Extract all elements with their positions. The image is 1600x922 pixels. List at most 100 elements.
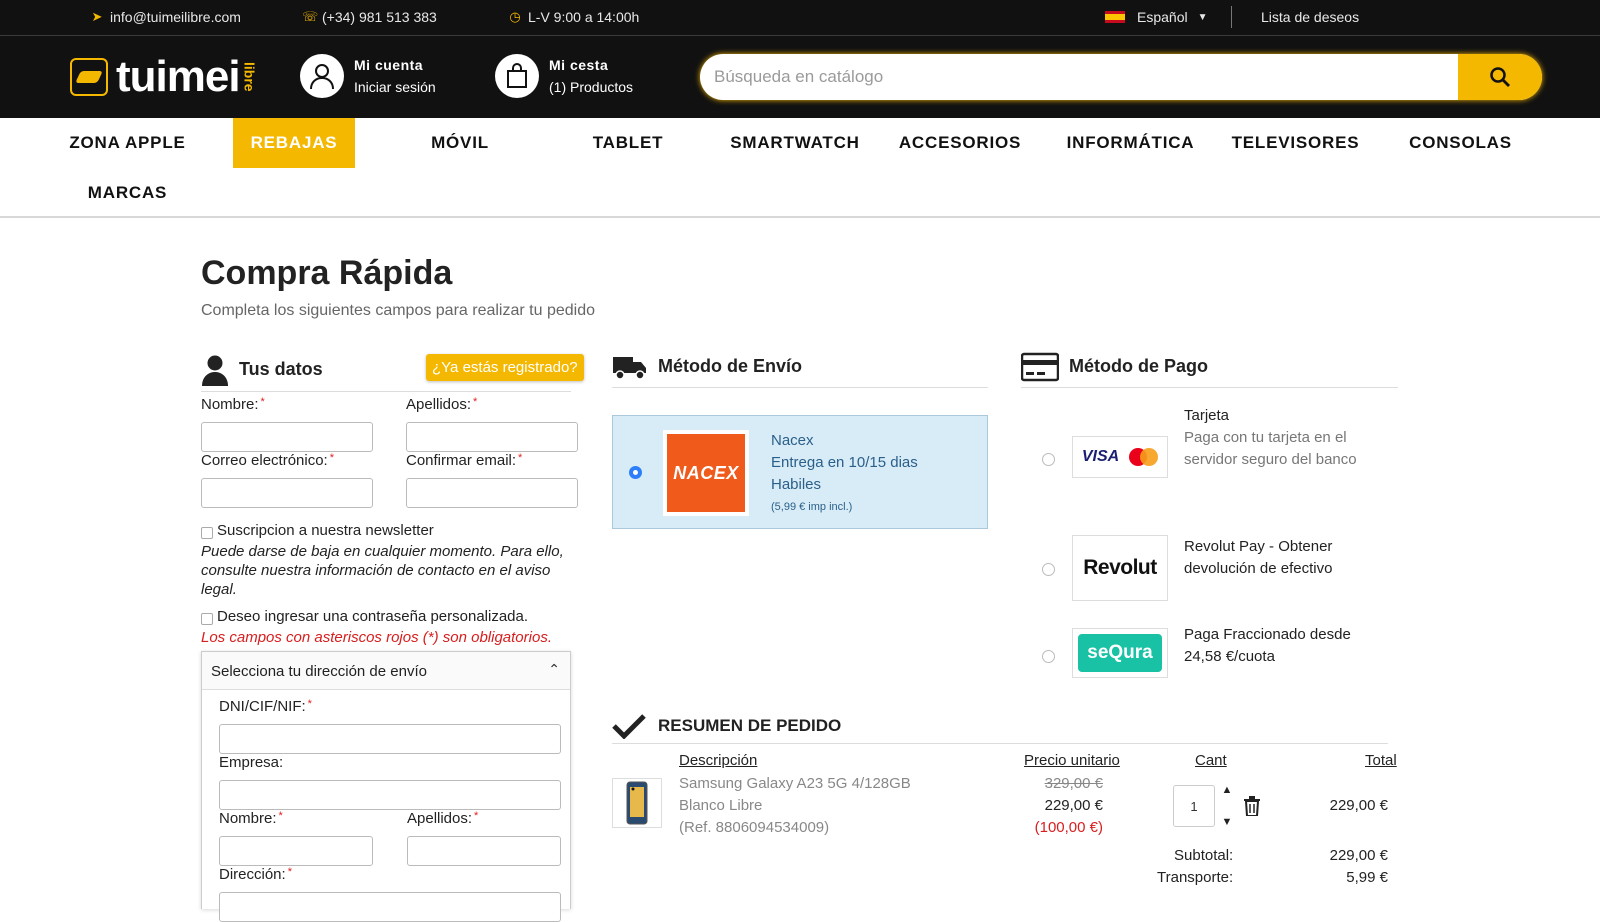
apellidos-input[interactable] [406,422,578,452]
chevron-up-icon[interactable]: ▲ [1222,784,1233,796]
shipping-radio[interactable] [629,466,642,479]
email-contact[interactable]: ➤ info@tuimeilibre.com [90,9,241,25]
address-apellidos-label: Apellidos: * [407,810,479,827]
quantity-stepper: ▲ ▼ [1217,784,1237,828]
address-panel-header[interactable]: Selecciona tu dirección de envío ⌃ [202,652,570,690]
transport-value: 5,99 € [1346,869,1388,886]
nav-item-rebajas[interactable]: REBAJAS [233,118,355,168]
main-nav: ZONA APPLE REBAJAS MÓVIL TABLET SMARTWAT… [0,118,1600,218]
payment-radio-sequra[interactable] [1042,650,1055,663]
payment-title: Método de Pago [1069,356,1208,376]
direccion-input[interactable] [219,892,561,922]
already-registered-button[interactable]: ¿Ya estás registrado? [426,354,584,381]
quantity-input[interactable]: 1 [1173,785,1215,827]
nav-item-movil[interactable]: MÓVIL [380,118,540,168]
chevron-down-icon[interactable]: ▼ [1222,816,1233,828]
caret-down-icon: ▼ [1197,11,1208,23]
search-input[interactable] [700,54,1456,100]
newsletter-note: Puede darse de baja en cualquier momento… [201,543,564,598]
wishlist-link[interactable]: Lista de deseos [1261,9,1359,25]
product-name[interactable]: Samsung Galaxy A23 5G 4/128GB Blanco Lib… [679,773,919,817]
nacex-logo: NACEX [663,430,749,516]
transport-label: Transporte: [1157,869,1234,886]
nav-item-marcas[interactable]: MARCAS [50,168,205,218]
shipping-name: Nacex [771,432,814,449]
checkmark-icon [612,713,646,739]
nav-item-consolas[interactable]: CONSOLAS [1378,118,1543,168]
page-title: Compra Rápida [201,254,453,292]
address-nombre-label: Nombre: * [219,810,283,827]
send-icon: ➤ [91,9,103,24]
nav-item-accesorios[interactable]: ACCESORIOS [880,118,1040,168]
address-nombre-input[interactable] [219,836,373,866]
order-summary-title: RESUMEN DE PEDIDO [658,715,842,735]
product-thumbnail[interactable] [612,778,662,828]
discount-amount: (100,00 €) [1034,819,1103,836]
shopping-bag-icon [495,54,539,98]
shipping-delivery: Entrega en 10/15 dias Habiles [771,454,918,493]
dni-label: DNI/CIF/NIF: * [219,698,312,715]
email-text: info@tuimeilibre.com [110,9,241,25]
nav-item-tablet[interactable]: TABLET [548,118,708,168]
required-fields-note: Los campos con asteriscos rojos (*) son … [201,629,552,646]
page-subtitle: Completa los siguientes campos para real… [201,302,595,319]
sequra-logo: seQura [1072,628,1168,678]
confirm-email-input[interactable] [406,478,578,508]
email-label: Correo electrónico: * [201,452,335,469]
newsletter-checkbox[interactable] [201,527,213,539]
nav-item-zona-apple[interactable]: ZONA APPLE [50,118,205,168]
shipping-option-nacex[interactable]: NACEX Nacex Entrega en 10/15 dias Habile… [612,415,988,529]
divider [1231,6,1232,28]
logo[interactable]: tuimei libre [70,52,258,102]
newsletter-label: Suscripcion a nuestra newsletter [217,522,434,539]
col-total[interactable]: Total [1365,752,1397,769]
truck-icon [613,356,646,380]
product-description: Samsung Galaxy A23 5G 4/128GB Blanco Lib… [679,773,919,839]
phone-text: (+34) 981 513 383 [322,9,437,25]
subtotal-label: Subtotal: [1174,847,1234,864]
nav-item-informatica[interactable]: INFORMÁTICA [1048,118,1213,168]
address-panel: Selecciona tu dirección de envío ⌃ DNI/C… [201,651,571,922]
logo-text: tuimei [116,52,241,101]
cart-count: (1) Productos [549,79,634,95]
email-input[interactable] [201,478,373,508]
phone-icon: ☏ [302,9,319,24]
search-icon [1490,67,1510,87]
account-link[interactable]: Mi cuenta Iniciar sesión [300,54,436,98]
hours-info: ◷ L-V 9:00 a 14:00h [508,9,639,25]
empresa-input[interactable] [219,780,561,810]
cart-link[interactable]: Mi cesta (1) Productos [495,54,633,98]
nombre-input[interactable] [201,422,373,452]
col-description[interactable]: Descripción [679,752,757,769]
old-price: 329,00 € [1044,775,1103,792]
chevron-up-icon: ⌃ [548,661,560,677]
phone-contact[interactable]: ☏ (+34) 981 513 383 [302,9,437,25]
col-quantity[interactable]: Cant [1195,752,1227,769]
col-unit-price[interactable]: Precio unitario [1024,752,1120,769]
confirm-email-label: Confirmar email: * [406,452,523,469]
credit-card-icon [1021,352,1059,381]
nav-item-televisores[interactable]: TELEVISORES [1213,118,1378,168]
custom-password-checkbox[interactable] [201,613,213,625]
address-apellidos-input[interactable] [407,836,561,866]
user-silhouette-icon [202,355,228,386]
spain-flag-icon [1105,11,1125,23]
order-summary-header: RESUMEN DE PEDIDO [612,708,1388,744]
payment-radio-card[interactable] [1042,453,1055,466]
logo-mark-icon [70,58,108,96]
nombre-label: Nombre: * [201,396,265,413]
payment-radio-revolut[interactable] [1042,563,1055,576]
search-button[interactable] [1458,54,1542,100]
shipping-details: Nacex Entrega en 10/15 dias Habiles (5,9… [771,430,941,518]
search-bar [700,54,1542,100]
custom-password-label: Deseo ingresar una contraseña personaliz… [217,608,529,625]
shipping-price: (5,99 € imp incl.) [771,501,853,513]
account-sub: Iniciar sesión [354,79,436,95]
nav-item-smartwatch[interactable]: SMARTWATCH [715,118,875,168]
direccion-label: Dirección: * [219,866,292,883]
line-total: 229,00 € [1329,797,1388,814]
language-selector[interactable]: Español ▼ [1105,9,1208,25]
dni-input[interactable] [219,724,561,754]
trash-icon[interactable] [1243,796,1261,821]
language-label: Español [1137,9,1188,25]
